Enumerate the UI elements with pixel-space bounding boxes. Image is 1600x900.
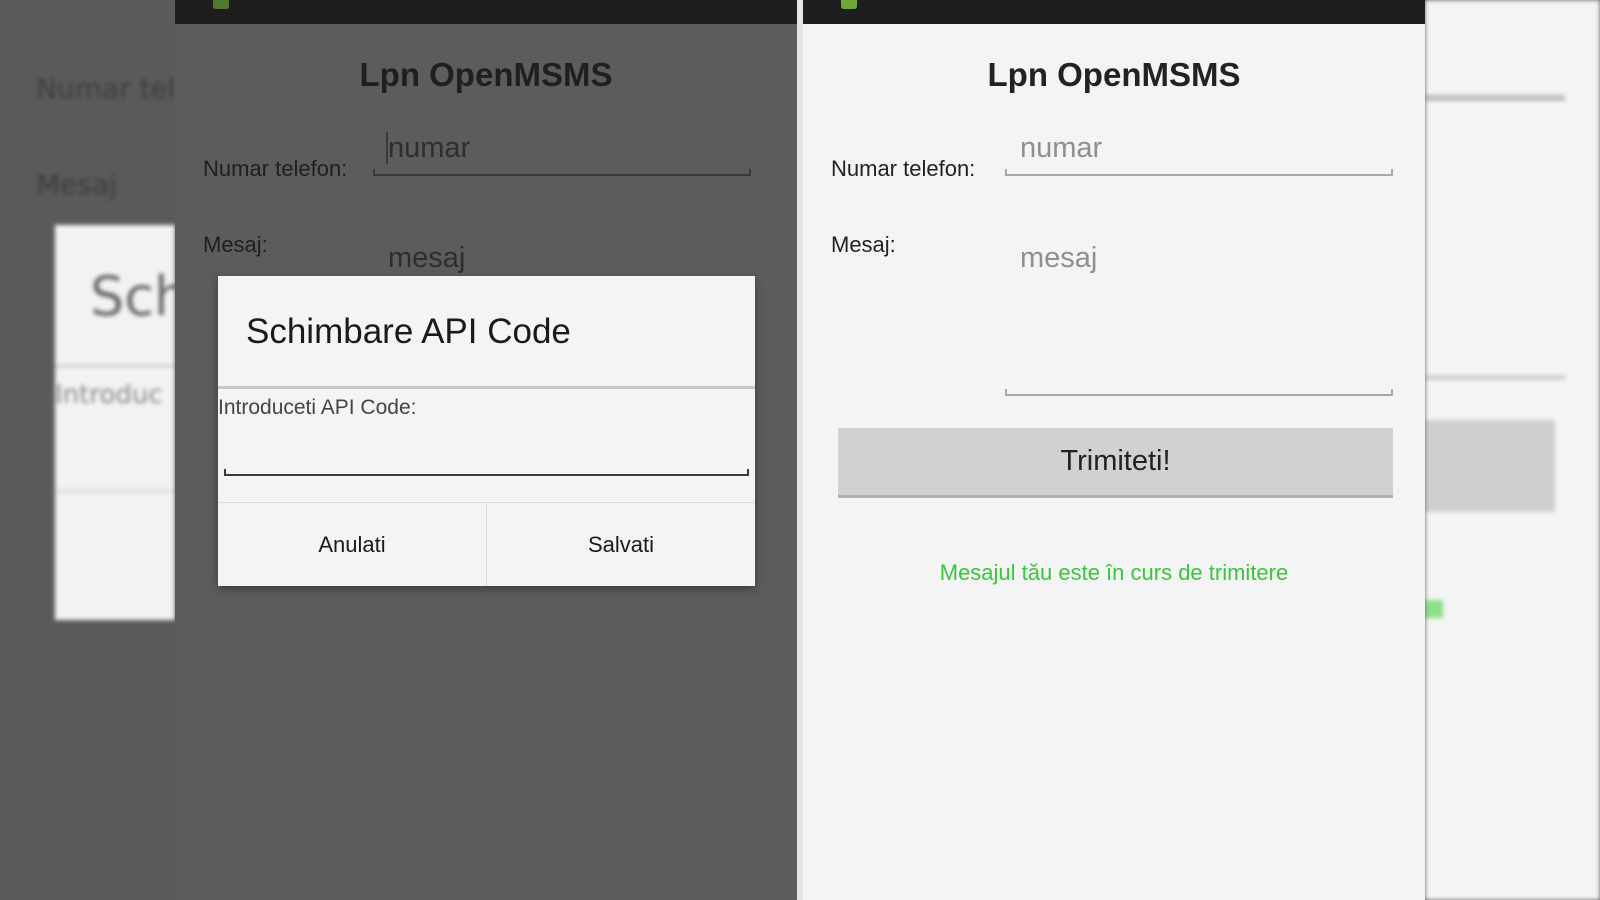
field-underline: [224, 469, 749, 476]
status-message: Mesajul tău este în curs de trimitere: [939, 560, 1289, 585]
android-icon: [213, 0, 229, 9]
blurred-message-label: Mesaj: [36, 168, 117, 201]
message-placeholder: mesaj: [388, 242, 466, 274]
field-underline: [1005, 169, 1393, 176]
blurred-button: [1425, 420, 1555, 512]
phone-number-placeholder: numar: [1020, 132, 1103, 164]
phone-screen-main: Lpn OpenMSMS Numar telefon: numar Mesaj:…: [803, 0, 1425, 900]
phone-number-label: Numar telefon:: [203, 156, 348, 181]
phone-number-field[interactable]: numar: [373, 128, 751, 176]
blurred-dialog-title: Schi: [90, 265, 175, 328]
dialog-title: Schimbare API Code: [246, 312, 571, 351]
blurred-field-line: [1425, 375, 1565, 380]
message-label: Mesaj:: [831, 232, 896, 257]
android-icon: [841, 0, 857, 9]
field-underline: [1005, 389, 1393, 396]
app-title: Lpn OpenMSMS: [359, 56, 613, 93]
dialog-title-divider: [218, 386, 755, 389]
status-bar: [175, 0, 797, 24]
api-code-label: Introduceti API Code:: [218, 396, 417, 419]
save-button[interactable]: Salvati: [487, 503, 755, 586]
background-blur-right: [1425, 0, 1600, 900]
api-code-dialog: Schimbare API Code Introduceti API Code:…: [218, 276, 755, 586]
blurred-dialog-hint: Introduc: [55, 380, 163, 410]
blurred-status-fragment: [1425, 600, 1443, 618]
phone-number-field[interactable]: numar: [1005, 128, 1393, 176]
status-bar: [803, 0, 1425, 24]
blurred-dialog: Schi Introduc: [55, 225, 175, 620]
blurred-divider: [55, 490, 175, 492]
phone-screen-dialog: Lpn OpenMSMS Numar telefon: numar Mesaj:…: [175, 0, 797, 900]
message-placeholder: mesaj: [1020, 242, 1098, 274]
app-title: Lpn OpenMSMS: [987, 56, 1241, 93]
cancel-button[interactable]: Anulati: [218, 503, 486, 586]
message-label: Mesaj:: [203, 232, 268, 257]
blurred-field-line: [1425, 95, 1565, 101]
blurred-phone-label: Numar tel: [36, 72, 175, 105]
message-field[interactable]: mesaj: [373, 240, 751, 280]
background-blur-left: Numar tel Mesaj Schi Introduc: [0, 0, 175, 900]
message-field[interactable]: mesaj: [1005, 240, 1393, 396]
phone-number-placeholder: numar: [388, 132, 471, 164]
api-code-input[interactable]: [224, 466, 749, 476]
blurred-divider: [55, 365, 175, 367]
field-underline: [373, 169, 751, 176]
send-button[interactable]: Trimiteti!: [838, 428, 1393, 498]
phone-number-label: Numar telefon:: [831, 156, 976, 181]
